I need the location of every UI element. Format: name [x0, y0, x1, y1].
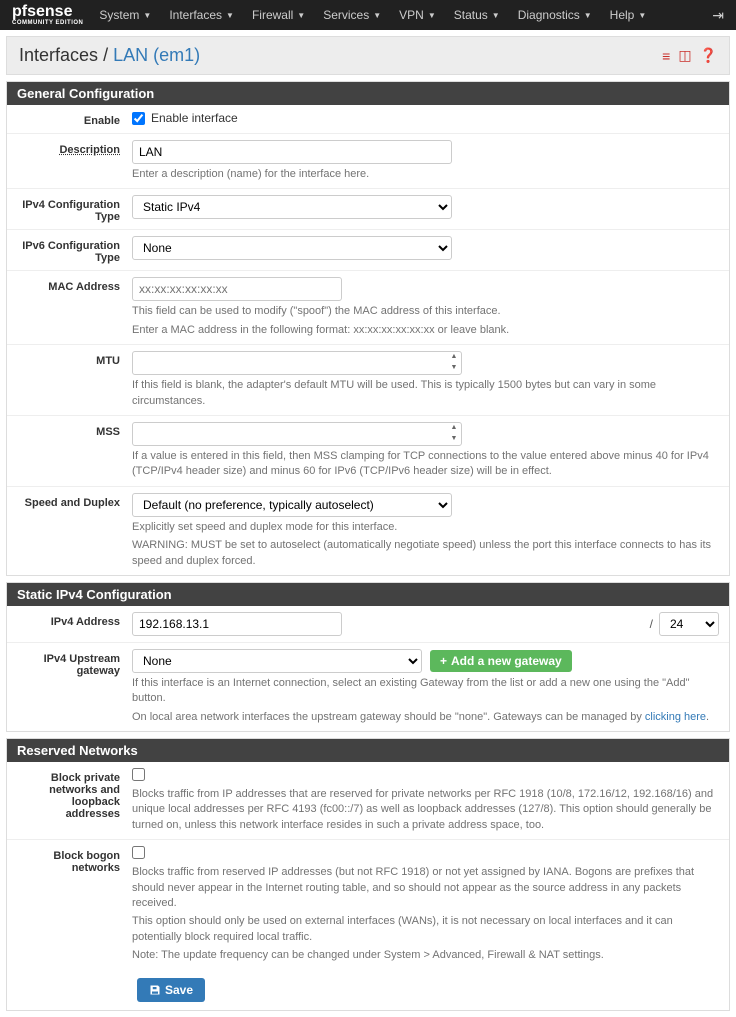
stats-icon[interactable]: ◫	[678, 47, 691, 64]
label-speed: Speed and Duplex	[17, 493, 132, 509]
description-help: Enter a description (name) for the inter…	[132, 167, 719, 182]
mac-help2: Enter a MAC address in the following for…	[132, 323, 719, 338]
add-gateway-button[interactable]: +Add a new gateway	[430, 650, 572, 672]
bogon-help1: Blocks traffic from reserved IP addresse…	[132, 865, 719, 911]
private-help: Blocks traffic from IP addresses that ar…	[132, 787, 719, 833]
breadcrumb-active: LAN (em1)	[113, 45, 200, 65]
ipv6type-select[interactable]: None	[132, 236, 452, 260]
gateway-help2: On local area network interfaces the ups…	[132, 710, 719, 725]
list-icon[interactable]: ≡	[662, 48, 670, 64]
label-enable: Enable	[17, 111, 132, 127]
chevron-down-icon: ▼	[143, 11, 151, 20]
label-mtu: MTU	[17, 351, 132, 367]
enable-checkbox[interactable]	[132, 112, 145, 125]
nav-status[interactable]: Status▼	[454, 8, 500, 22]
mss-up-icon[interactable]: ▲	[447, 423, 461, 434]
gateway-link[interactable]: clicking here	[645, 711, 706, 723]
nav-vpn[interactable]: VPN▼	[399, 8, 436, 22]
label-ipv6type: IPv6 Configuration Type	[17, 236, 132, 264]
speed-help2: WARNING: MUST be set to autoselect (auto…	[132, 538, 719, 569]
breadcrumb: Interfaces / LAN (em1)	[19, 45, 200, 66]
save-icon	[149, 984, 161, 996]
label-private: Block private networks and loopback addr…	[17, 768, 132, 820]
nav-services[interactable]: Services▼	[323, 8, 381, 22]
logo-main: pfsense	[12, 4, 83, 20]
mtu-input[interactable]	[132, 351, 462, 375]
mtu-help: If this field is blank, the adapter's de…	[132, 378, 719, 409]
label-ipv4type: IPv4 Configuration Type	[17, 195, 132, 223]
label-description: Description	[17, 140, 132, 156]
label-mac: MAC Address	[17, 277, 132, 293]
description-input[interactable]	[132, 140, 452, 164]
mac-help1: This field can be used to modify ("spoof…	[132, 304, 719, 319]
logout-icon[interactable]: ⇥	[712, 7, 724, 24]
gateway-select[interactable]: None	[132, 649, 422, 673]
ipv4addr-input[interactable]	[132, 612, 342, 636]
label-bogon: Block bogon networks	[17, 846, 132, 874]
label-ipv4addr: IPv4 Address	[17, 612, 132, 628]
nav-help[interactable]: Help▼	[610, 8, 647, 22]
label-mss: MSS	[17, 422, 132, 438]
chevron-down-icon: ▼	[373, 11, 381, 20]
panel-header-static: Static IPv4 Configuration	[7, 583, 729, 606]
panel-general: General Configuration Enable Enable inte…	[6, 81, 730, 576]
logo[interactable]: pfsense COMMUNITY EDITION	[12, 4, 83, 26]
mtu-up-icon[interactable]: ▲	[447, 352, 461, 363]
ipv4mask-select[interactable]: 24	[659, 612, 719, 636]
bogon-help3: Note: The update frequency can be change…	[132, 948, 719, 963]
chevron-down-icon: ▼	[226, 11, 234, 20]
nav-system[interactable]: System▼	[99, 8, 151, 22]
mss-down-icon[interactable]: ▼	[447, 434, 461, 445]
chevron-down-icon: ▼	[297, 11, 305, 20]
nav-firewall[interactable]: Firewall▼	[252, 8, 305, 22]
speed-select[interactable]: Default (no preference, typically autose…	[132, 493, 452, 517]
enable-text: Enable interface	[151, 111, 238, 125]
plus-icon: +	[440, 654, 447, 668]
nav-interfaces[interactable]: Interfaces▼	[169, 8, 234, 22]
private-checkbox[interactable]	[132, 768, 145, 781]
page-header: Interfaces / LAN (em1) ≡ ◫ ❓	[6, 36, 730, 75]
chevron-down-icon: ▼	[492, 11, 500, 20]
breadcrumb-root[interactable]: Interfaces	[19, 45, 98, 65]
panel-header-reserved: Reserved Networks	[7, 739, 729, 762]
gateway-help1: If this interface is an Internet connect…	[132, 676, 719, 707]
bogon-help2: This option should only be used on exter…	[132, 914, 719, 945]
navbar: pfsense COMMUNITY EDITION System▼ Interf…	[0, 0, 736, 30]
mac-input[interactable]	[132, 277, 342, 301]
mtu-down-icon[interactable]: ▼	[447, 363, 461, 374]
label-gateway: IPv4 Upstream gateway	[17, 649, 132, 677]
ipv4type-select[interactable]: Static IPv4	[132, 195, 452, 219]
nav-menu: System▼ Interfaces▼ Firewall▼ Services▼ …	[99, 8, 712, 22]
panel-reserved: Reserved Networks Block private networks…	[6, 738, 730, 1011]
bogon-checkbox[interactable]	[132, 846, 145, 859]
panel-header-general: General Configuration	[7, 82, 729, 105]
help-icon[interactable]: ❓	[700, 47, 717, 64]
mss-input[interactable]	[132, 422, 462, 446]
ipv4-slash: /	[644, 617, 659, 631]
mss-help: If a value is entered in this field, the…	[132, 449, 719, 480]
speed-help1: Explicitly set speed and duplex mode for…	[132, 520, 719, 535]
nav-diagnostics[interactable]: Diagnostics▼	[518, 8, 592, 22]
chevron-down-icon: ▼	[638, 11, 646, 20]
panel-static: Static IPv4 Configuration IPv4 Address /…	[6, 582, 730, 732]
header-icons: ≡ ◫ ❓	[662, 47, 717, 64]
chevron-down-icon: ▼	[428, 11, 436, 20]
save-button[interactable]: Save	[137, 978, 205, 1002]
logo-sub: COMMUNITY EDITION	[12, 20, 83, 26]
chevron-down-icon: ▼	[584, 11, 592, 20]
